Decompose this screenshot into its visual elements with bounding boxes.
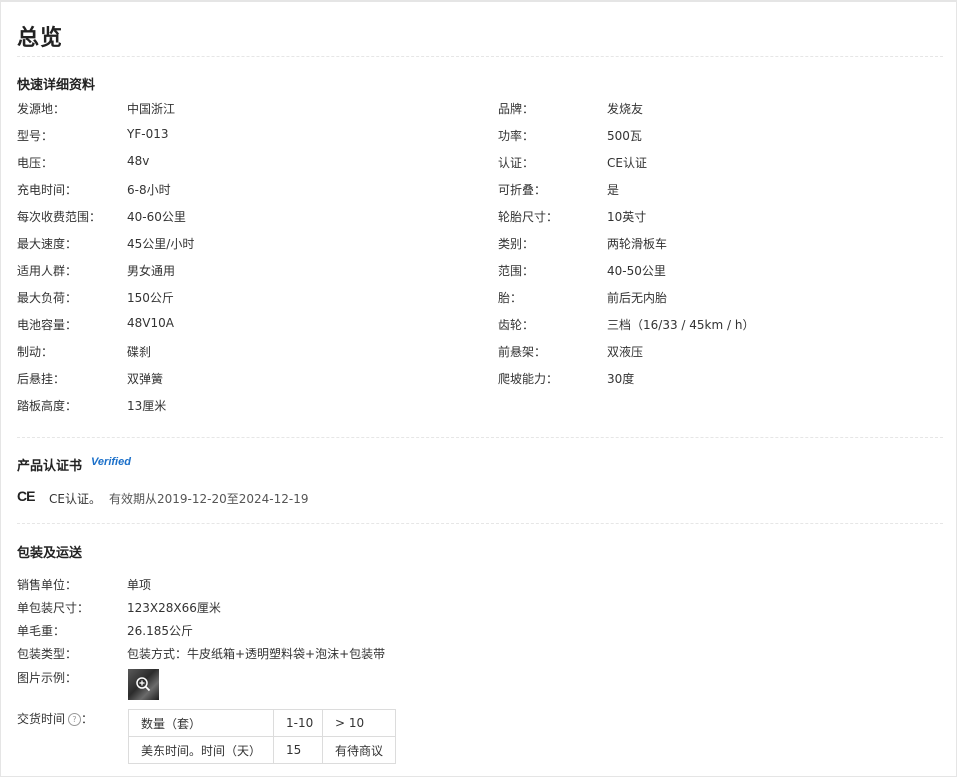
verified-text: Verified [91,456,131,468]
detail-value: 48V10A [127,316,174,330]
detail-value: 三档（16/33 / 45km / h） [607,318,755,332]
page-title: 总览 [17,26,64,51]
zoom-icon [136,677,151,692]
detail-label: 前悬架： [498,345,547,359]
detail-label: 类别： [498,237,535,251]
detail-label: 包装类型： [17,647,78,661]
detail-label: 适用人群： [17,264,78,278]
detail-label: 发源地： [17,102,66,116]
table-cell: 有待商议 [322,736,396,764]
detail-value: 26.185公斤 [127,624,193,638]
detail-value: 是 [607,183,620,197]
detail-value: 单项 [127,578,152,592]
certificate-validity: 有效期从2019-12-20至2024-12-19 [109,492,309,506]
certificate-name: CE认证。 [49,492,101,506]
detail-value: 13厘米 [127,399,167,413]
detail-value: 前后无内胎 [607,291,668,305]
lead-time-label-wrap: 交货时间?： [17,710,93,727]
detail-label: 电池容量： [17,318,78,332]
detail-value: CE认证 [607,156,647,170]
detail-label: 型号： [17,129,54,143]
detail-label: 后悬挂： [17,372,66,386]
detail-label: 功率： [498,129,535,143]
detail-label: 最大速度： [17,237,78,251]
lead-time-label: 交货时间 [17,712,66,726]
detail-value: 中国浙江 [127,102,176,116]
detail-value: YF-013 [127,127,169,141]
detail-label: 齿轮： [498,318,535,332]
detail-label: 范围： [498,264,535,278]
detail-label: 单包装尺寸： [17,601,90,615]
divider [17,523,943,524]
detail-value: 6-8小时 [127,183,171,197]
certificate-title: 产品认证书 [17,459,83,474]
detail-value: 男女通用 [127,264,176,278]
detail-label: 爬坡能力： [498,372,559,386]
detail-label: 认证： [498,156,535,170]
detail-value: 500瓦 [607,129,642,143]
detail-label: 轮胎尺寸： [498,210,559,224]
image-sample-label: 图片示例： [17,671,78,685]
detail-label: 胎： [498,291,523,305]
detail-value: 40-60公里 [127,210,186,224]
detail-value: 30度 [607,372,635,386]
detail-label: 单毛重： [17,624,66,638]
table-cell: > 10 [322,709,396,737]
lead-time-colon: ： [81,712,94,726]
divider [17,56,943,57]
detail-label: 最大负荷： [17,291,78,305]
detail-label: 充电时间： [17,183,78,197]
detail-label: 踏板高度： [17,399,78,413]
table-cell: 数量（套） [128,709,274,737]
detail-label: 可折叠： [498,183,547,197]
detail-value: 双液压 [607,345,644,359]
table-row: 数量（套） 1-10 > 10 [128,709,396,737]
detail-value: 发烧友 [607,102,644,116]
detail-value: 双弹簧 [127,372,164,386]
package-image-thumbnail[interactable] [128,669,159,700]
detail-label: 品牌： [498,102,535,116]
packaging-title: 包装及运送 [17,546,83,561]
table-cell: 美东时间。时间（天） [128,736,274,764]
help-icon[interactable]: ? [68,713,82,726]
detail-value: 123X28X66厘米 [127,601,221,615]
detail-label: 制动： [17,345,54,359]
detail-value: 10英寸 [607,210,647,224]
detail-value: 48v [127,154,150,168]
detail-value: 45公里/小时 [127,237,195,251]
table-cell: 1-10 [273,709,323,737]
detail-value: 包装方式：牛皮纸箱+透明塑料袋+泡沫+包装带 [127,647,386,661]
detail-label: 每次收费范围： [17,210,102,224]
detail-value: 40-50公里 [607,264,666,278]
detail-label: 销售单位： [17,578,78,592]
overview-panel: 总览 快速详细资料 发源地： 中国浙江型号： YF-013 电压： 48v 充电时间： 6-… [0,0,957,777]
table-row: 美东时间。时间（天） 15 有待商议 [128,736,396,764]
detail-value: 150公斤 [127,291,174,305]
verified-badge: Verified [91,456,131,468]
table-cell: 15 [273,736,323,764]
lead-time-table: 数量（套） 1-10 > 10 美东时间。时间（天） 15 有待商议 [128,709,396,764]
detail-label: 电压： [17,156,54,170]
detail-value: 碟刹 [127,345,152,359]
detail-value: 两轮滑板车 [607,237,668,251]
quick-details-title: 快速详细资料 [17,78,96,93]
divider [17,437,943,438]
ce-mark-logo: CE [17,488,35,504]
